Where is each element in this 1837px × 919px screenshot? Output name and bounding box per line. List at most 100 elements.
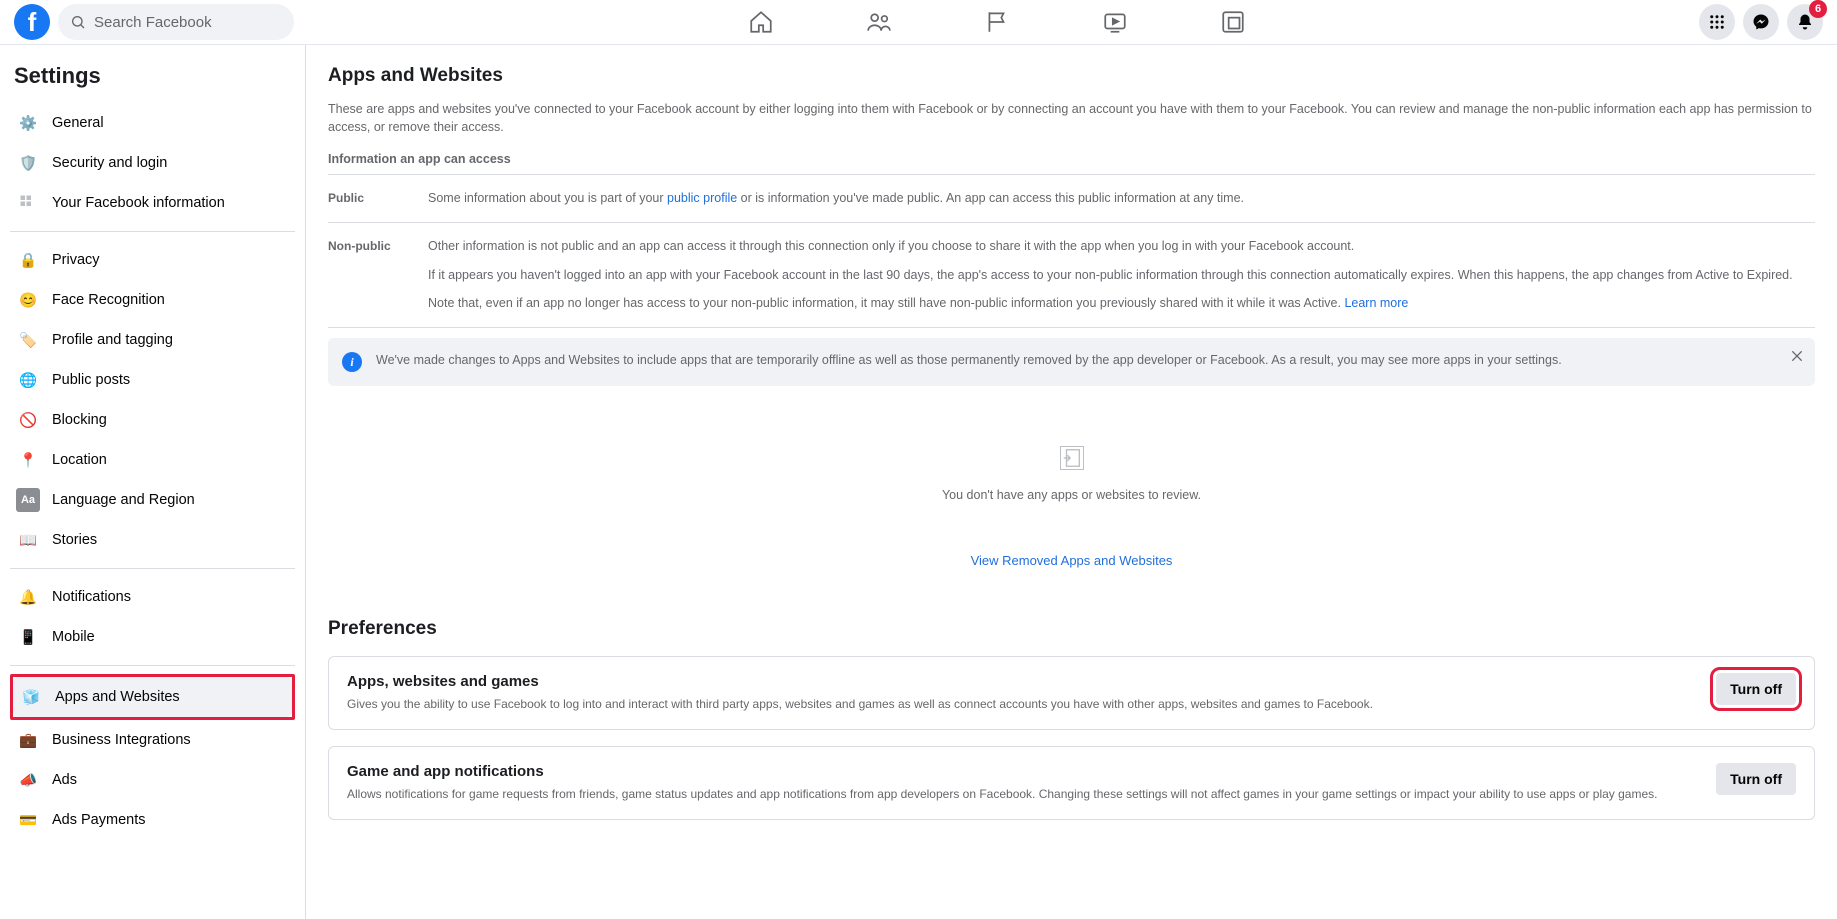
empty-text: You don't have any apps or websites to r… [328, 488, 1815, 502]
gear-icon: ⚙️ [16, 111, 40, 135]
briefcase-icon: 💼 [16, 728, 40, 752]
public-profile-link[interactable]: public profile [667, 191, 737, 205]
sidebar-item-face-recognition[interactable]: 😊 Face Recognition [10, 280, 295, 320]
info-content-public: Some information about you is part of yo… [428, 189, 1815, 208]
info-heading: Information an app can access [328, 152, 1815, 166]
card-icon: 💳 [16, 808, 40, 832]
sidebar-item-label: Language and Region [52, 492, 195, 508]
settings-sidebar: Settings ⚙️General 🛡️Security and login … [0, 45, 306, 919]
info-banner: i We've made changes to Apps and Website… [328, 338, 1815, 386]
sidebar-title: Settings [14, 63, 291, 89]
sidebar-item-mobile[interactable]: 📱 Mobile [10, 617, 295, 657]
megaphone-icon: 📣 [16, 768, 40, 792]
watch-icon[interactable] [1101, 8, 1129, 36]
sidebar-item-privacy[interactable]: 🔒 Privacy [10, 240, 295, 280]
pref-card-apps-websites-games: Apps, websites and games Gives you the a… [328, 656, 1815, 730]
info-content-nonpublic: Other information is not public and an a… [428, 237, 1815, 313]
sidebar-highlight: 🧊 Apps and Websites [10, 674, 295, 720]
facebook-logo[interactable]: f [14, 4, 50, 40]
info-row-nonpublic: Non-public Other information is not publ… [328, 223, 1815, 328]
sidebar-item-label: General [52, 115, 104, 131]
banner-text: We've made changes to Apps and Websites … [376, 352, 1562, 372]
notification-badge: 6 [1809, 0, 1827, 18]
face-icon: 😊 [16, 288, 40, 312]
sidebar-item-security[interactable]: 🛡️ Security and login [10, 143, 295, 183]
sidebar-item-business-integrations[interactable]: 💼 Business Integrations [10, 720, 295, 760]
view-removed: View Removed Apps and Websites [328, 522, 1815, 608]
bell-icon: 🔔 [16, 585, 40, 609]
close-icon[interactable] [1789, 348, 1805, 367]
sidebar-item-notifications[interactable]: 🔔 Notifications [10, 577, 295, 617]
lock-icon: 🔒 [16, 248, 40, 272]
learn-more-link[interactable]: Learn more [1344, 296, 1408, 310]
top-navigation: f Search Facebook 6 [0, 0, 1837, 45]
turn-off-button[interactable]: Turn off [1716, 673, 1796, 705]
groups-icon[interactable] [1219, 8, 1247, 36]
notifications-icon[interactable]: 6 [1787, 4, 1823, 40]
search-icon [70, 14, 86, 30]
turn-off-button[interactable]: Turn off [1716, 763, 1796, 795]
home-icon[interactable] [747, 8, 775, 36]
sidebar-item-label: Mobile [52, 629, 95, 645]
globe-icon: 🌐 [16, 368, 40, 392]
sidebar-item-label: Notifications [52, 589, 131, 605]
sidebar-item-profile-tagging[interactable]: 🏷️ Profile and tagging [10, 320, 295, 360]
sidebar-item-language[interactable]: Aa Language and Region [10, 480, 295, 520]
sidebar-item-label: Public posts [52, 372, 130, 388]
sidebar-item-stories[interactable]: 📖Stories [10, 520, 295, 560]
info-label-nonpublic: Non-public [328, 237, 428, 313]
sidebar-item-ads-payments[interactable]: 💳 Ads Payments [10, 800, 295, 840]
view-removed-link[interactable]: View Removed Apps and Websites [971, 553, 1173, 568]
sidebar-item-label: Security and login [52, 155, 167, 171]
cube-icon: 🧊 [19, 685, 43, 709]
tag-icon: 🏷️ [16, 328, 40, 352]
info-label-public: Public [328, 189, 428, 208]
sidebar-item-label: Location [52, 452, 107, 468]
shield-icon: 🛡️ [16, 151, 40, 175]
sidebar-item-label: Blocking [52, 412, 107, 428]
sidebar-divider [10, 665, 295, 666]
menu-grid-icon[interactable] [1699, 4, 1735, 40]
pages-icon[interactable] [983, 8, 1011, 36]
pref-title: Game and app notifications [347, 763, 1696, 780]
sidebar-item-apps-websites[interactable]: 🧊 Apps and Websites [13, 677, 292, 717]
pref-desc: Allows notifications for game requests f… [347, 786, 1696, 803]
sidebar-item-ads[interactable]: 📣 Ads [10, 760, 295, 800]
sidebar-item-label: Ads Payments [52, 812, 146, 828]
empty-apps-icon [1060, 446, 1084, 470]
user-block-icon: 🚫 [16, 408, 40, 432]
sidebar-item-label: Profile and tagging [52, 332, 173, 348]
sidebar-item-label: Business Integrations [52, 732, 191, 748]
right-nav: 6 [1699, 4, 1823, 40]
messenger-icon[interactable] [1743, 4, 1779, 40]
intro-text: These are apps and websites you've conne… [328, 101, 1815, 136]
center-nav [294, 8, 1699, 36]
pref-card-game-notifications: Game and app notifications Allows notifi… [328, 746, 1815, 820]
sidebar-item-public-posts[interactable]: 🌐 Public posts [10, 360, 295, 400]
phone-icon: 📱 [16, 625, 40, 649]
info-row-public: Public Some information about you is par… [328, 175, 1815, 223]
preferences-title: Preferences [328, 618, 1815, 640]
book-icon: 📖 [16, 528, 40, 552]
preferences-section: Preferences Apps, websites and games Giv… [328, 618, 1815, 820]
sidebar-item-label: Privacy [52, 252, 100, 268]
search-input[interactable]: Search Facebook [58, 4, 294, 40]
friends-icon[interactable] [865, 8, 893, 36]
page-title: Apps and Websites [328, 65, 1815, 87]
sidebar-item-label: Face Recognition [52, 292, 165, 308]
sidebar-item-label: Ads [52, 772, 77, 788]
main-content: Apps and Websites These are apps and web… [306, 45, 1837, 919]
info-icon: i [342, 352, 362, 372]
sidebar-item-blocking[interactable]: 🚫 Blocking [10, 400, 295, 440]
pref-desc: Gives you the ability to use Facebook to… [347, 696, 1696, 713]
sidebar-item-general[interactable]: ⚙️ General [10, 103, 295, 143]
empty-state: You don't have any apps or websites to r… [328, 386, 1815, 522]
search-placeholder: Search Facebook [94, 14, 212, 31]
aa-icon: Aa [16, 488, 40, 512]
sidebar-divider [10, 231, 295, 232]
info-table: Public Some information about you is par… [328, 174, 1815, 328]
sidebar-item-label: Apps and Websites [55, 689, 180, 705]
sidebar-item-your-info[interactable]: Your Facebook information [10, 183, 295, 223]
pref-title: Apps, websites and games [347, 673, 1696, 690]
sidebar-item-location[interactable]: 📍Location [10, 440, 295, 480]
